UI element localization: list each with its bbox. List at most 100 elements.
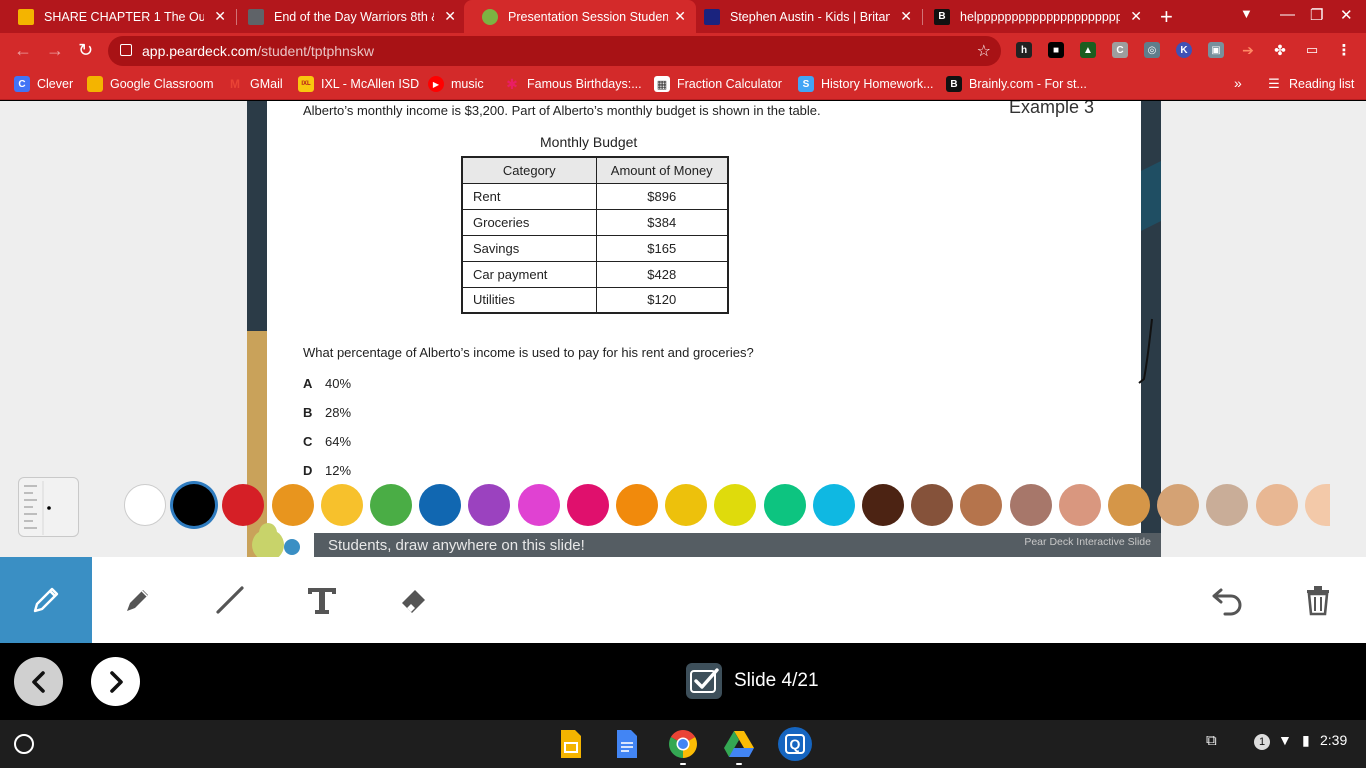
- highlighter-tool-button[interactable]: [92, 557, 184, 643]
- color-swatch[interactable]: [911, 484, 954, 526]
- bookmark-google-classroom[interactable]: Google Classroom: [87, 76, 214, 92]
- more-bookmarks-chevron-icon[interactable]: »: [1234, 75, 1242, 91]
- color-swatch[interactable]: [1108, 484, 1150, 526]
- back-arrow-icon[interactable]: ←: [14, 40, 32, 61]
- url-text[interactable]: app.peardeck.com/student/tptphnskw: [142, 43, 374, 59]
- bookmark-ixl[interactable]: IXL IXL - McAllen ISD: [298, 76, 419, 92]
- quizizz-app-icon[interactable]: Q: [778, 727, 812, 761]
- address-bar[interactable]: app.peardeck.com/student/tptphnskw ☆: [108, 36, 1001, 66]
- column-header: Category: [461, 156, 597, 184]
- previous-slide-button[interactable]: [14, 657, 63, 706]
- close-icon[interactable]: ✕: [214, 8, 226, 25]
- next-slide-button[interactable]: [91, 657, 140, 706]
- tab-0[interactable]: SHARE CHAPTER 1 The Outsiders ✕: [0, 0, 236, 33]
- reading-list-button[interactable]: ☰ Reading list: [1266, 76, 1354, 92]
- close-icon[interactable]: ✕: [1130, 8, 1142, 25]
- close-icon[interactable]: ✕: [674, 8, 686, 25]
- color-swatch[interactable]: [1009, 484, 1052, 526]
- close-window-icon[interactable]: ✕: [1340, 6, 1353, 24]
- extension-icon[interactable]: ▣: [1208, 42, 1224, 58]
- line-tool-button[interactable]: [184, 557, 276, 643]
- text-tool-button[interactable]: [276, 557, 368, 643]
- extension-icon[interactable]: h: [1016, 42, 1032, 58]
- bookmark-history-homework[interactable]: S History Homework...: [798, 76, 934, 92]
- bookmark-fraction-calculator[interactable]: ▦ Fraction Calculator: [654, 76, 782, 92]
- color-swatch[interactable]: [1157, 484, 1200, 526]
- bookmark-clever[interactable]: C Clever: [14, 76, 73, 92]
- launcher-circle-icon[interactable]: [14, 734, 34, 754]
- chrome-app-icon[interactable]: [666, 727, 700, 761]
- google-drive-app-icon[interactable]: [722, 727, 756, 761]
- clock[interactable]: 2:39: [1320, 732, 1347, 748]
- color-swatch[interactable]: [665, 484, 708, 526]
- puzzle-extensions-icon[interactable]: ✤: [1272, 42, 1288, 58]
- tab-4[interactable]: B helpppppppppppppppppppppp ✕: [916, 0, 1152, 33]
- bookmark-star-icon[interactable]: ☆: [977, 41, 991, 61]
- choice-letter: C: [303, 434, 313, 449]
- bookmark-label: Brainly.com - For st...: [969, 77, 1087, 91]
- eraser-tool-button[interactable]: [368, 557, 460, 643]
- undo-button[interactable]: [1182, 557, 1274, 643]
- color-swatch[interactable]: [1255, 484, 1298, 526]
- tab-search-chevron-icon[interactable]: ▼: [1240, 6, 1253, 21]
- clear-all-button[interactable]: [1272, 557, 1364, 643]
- choice-letter: B: [303, 405, 313, 420]
- choice-text: 12%: [325, 463, 352, 478]
- color-swatch[interactable]: [320, 484, 363, 526]
- reading-list-icon: ☰: [1268, 76, 1280, 91]
- bookmark-brainly[interactable]: B Brainly.com - For st...: [946, 76, 1087, 92]
- tab-3[interactable]: Stephen Austin - Kids | Britannica ✕: [686, 0, 922, 33]
- forward-arrow-icon[interactable]: →: [46, 40, 64, 61]
- bookmark-label: Fraction Calculator: [677, 77, 782, 91]
- color-swatch[interactable]: [812, 484, 855, 526]
- color-swatch[interactable]: [173, 484, 216, 526]
- google-docs-app-icon[interactable]: [610, 727, 644, 761]
- close-icon[interactable]: ✕: [900, 8, 912, 25]
- maximize-icon[interactable]: ❐: [1310, 6, 1323, 24]
- reload-icon[interactable]: ↻: [78, 40, 93, 61]
- bookmark-music[interactable]: ▶ music: [428, 76, 484, 92]
- battery-icon[interactable]: ▮: [1302, 732, 1310, 749]
- close-icon[interactable]: ✕: [444, 8, 456, 25]
- site-info-icon[interactable]: [120, 44, 132, 56]
- notification-badge[interactable]: 1: [1254, 734, 1270, 750]
- color-swatch[interactable]: [566, 484, 609, 526]
- color-swatch[interactable]: [517, 484, 560, 526]
- slide-navigation-bar: Slide 4/21: [0, 643, 1366, 720]
- chrome-logo-icon: [669, 730, 697, 758]
- color-swatch[interactable]: [124, 484, 166, 526]
- category-cell: Utilities: [461, 286, 597, 314]
- extension-icon[interactable]: ▲: [1080, 42, 1096, 58]
- color-swatch[interactable]: [862, 484, 904, 526]
- color-swatch[interactable]: [616, 484, 658, 526]
- tab-2-active[interactable]: Presentation Session Student ✕: [464, 0, 696, 33]
- response-checkbox[interactable]: [686, 663, 722, 699]
- choice-letter: A: [303, 376, 313, 391]
- trash-icon: [1307, 586, 1329, 616]
- extension-icon[interactable]: ◎: [1144, 42, 1160, 58]
- new-tab-plus-icon[interactable]: +: [1160, 4, 1173, 30]
- extension-icon[interactable]: ➔: [1240, 42, 1256, 58]
- color-swatch[interactable]: [763, 484, 806, 526]
- minimize-icon[interactable]: —: [1280, 6, 1295, 23]
- color-swatch[interactable]: [419, 484, 462, 526]
- pen-tool-button[interactable]: [0, 557, 92, 643]
- color-swatch[interactable]: [271, 484, 314, 526]
- color-swatch[interactable]: [1058, 484, 1101, 526]
- extension-icon[interactable]: ■: [1048, 42, 1064, 58]
- extension-icon[interactable]: K: [1176, 42, 1192, 58]
- running-indicator: [680, 763, 686, 765]
- tab-1[interactable]: End of the Day Warriors 8th & ... ✕: [230, 0, 466, 33]
- palette-size-selector[interactable]: [18, 477, 79, 537]
- wifi-icon[interactable]: ▼: [1278, 732, 1292, 748]
- extension-icon[interactable]: C: [1112, 42, 1128, 58]
- google-slides-app-icon[interactable]: [554, 727, 588, 761]
- tote-icon[interactable]: ⧉: [1206, 732, 1217, 749]
- menu-kebab-icon[interactable]: ⋮: [1336, 42, 1352, 59]
- slides-doc-icon: [561, 730, 581, 758]
- bookmark-gmail[interactable]: M GMail: [227, 76, 283, 92]
- color-swatch[interactable]: [370, 484, 412, 526]
- bookmark-famous-birthdays[interactable]: ✱ Famous Birthdays:...: [504, 76, 642, 92]
- banner-instructions: Students, draw anywhere on this slide!: [328, 537, 585, 554]
- cast-icon[interactable]: ▭: [1304, 42, 1320, 58]
